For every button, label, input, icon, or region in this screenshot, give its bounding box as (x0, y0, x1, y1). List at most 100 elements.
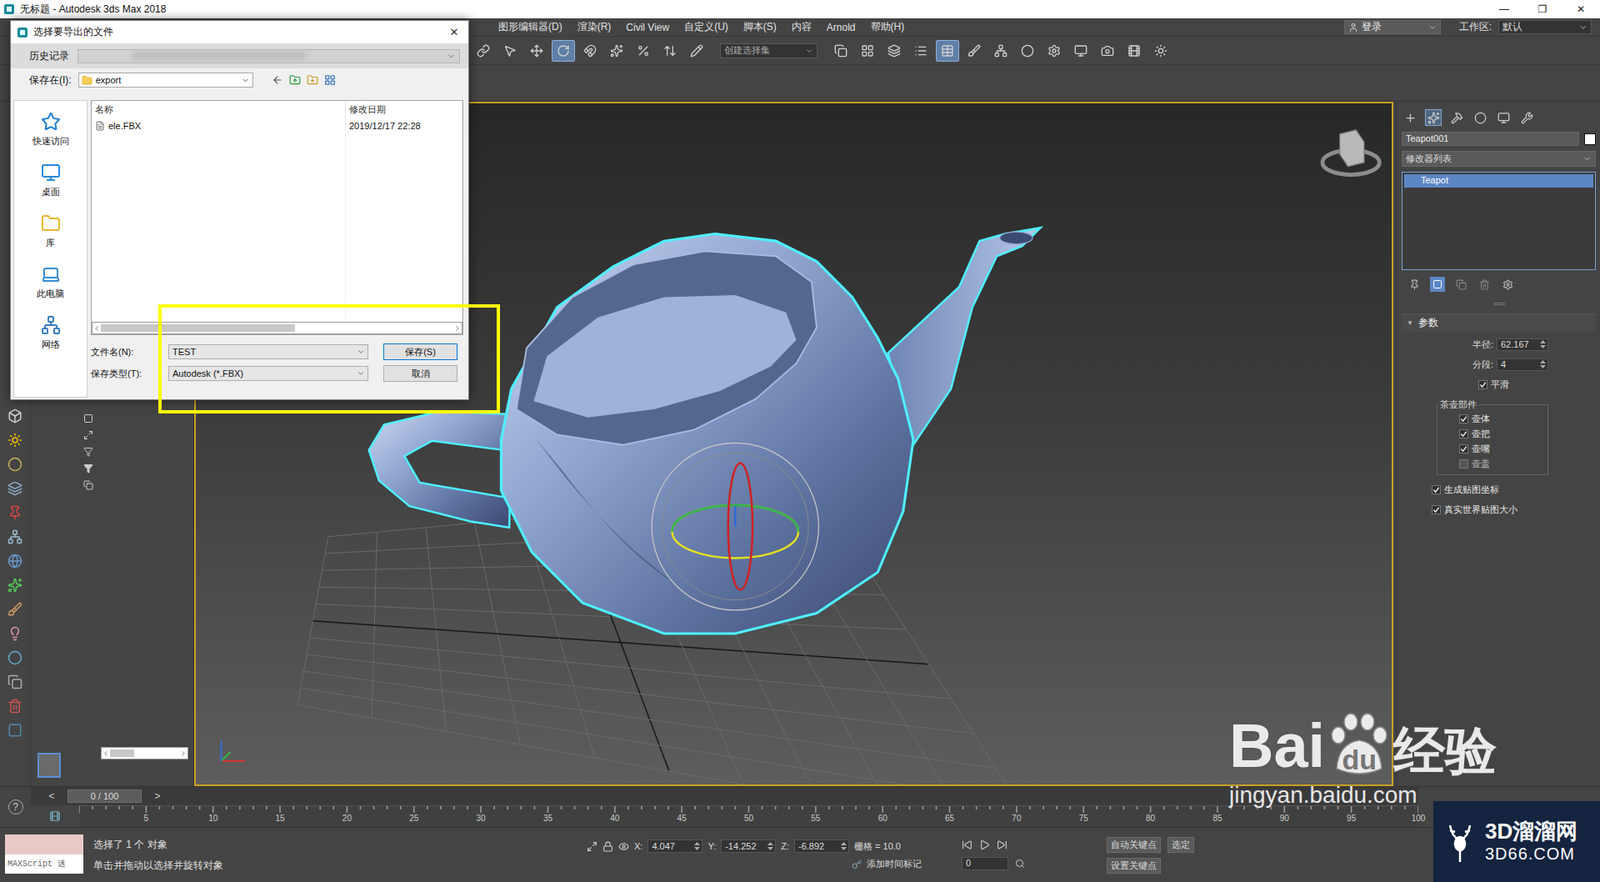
dialog-button[interactable]: 保存(S) (383, 343, 458, 360)
tool-button[interactable] (658, 40, 682, 62)
funnel-icon[interactable] (83, 463, 94, 474)
tool-button[interactable] (1095, 40, 1120, 62)
tool-button[interactable] (829, 40, 853, 62)
make-unique-button[interactable] (1453, 276, 1469, 292)
menu-item[interactable]: 帮助(H) (864, 20, 914, 35)
isolate-icon[interactable] (586, 840, 598, 852)
current-frame-field[interactable]: 0 (961, 856, 1009, 870)
rollout-header[interactable]: ▼参数 (1401, 313, 1596, 332)
tool-button[interactable] (1122, 40, 1146, 62)
tool-button[interactable] (685, 40, 709, 62)
column-header[interactable]: 名称 (91, 100, 346, 119)
tool-button[interactable] (1069, 40, 1093, 62)
spinner-arrows-icon[interactable] (1540, 359, 1546, 370)
file-date-cell[interactable]: 2019/12/17 22:28 (345, 118, 462, 134)
space-warp-icon[interactable] (7, 529, 23, 545)
place-item[interactable]: 库 (14, 205, 87, 257)
scroll-thumb[interactable] (110, 749, 135, 757)
field-combo[interactable]: Autodesk (*.FBX) (168, 365, 369, 381)
panel-tab[interactable] (1471, 109, 1489, 126)
tool-button[interactable] (578, 40, 602, 62)
maxscript-listener[interactable]: MAXScript 迷 (5, 834, 84, 874)
file-name-cell[interactable]: ele.FBX (91, 118, 345, 134)
time-tag-button[interactable]: 添加时间标记 (866, 857, 922, 870)
rotate-gizmo[interactable] (651, 442, 819, 610)
time-slider[interactable]: <0 / 100> (30, 786, 1419, 805)
menu-item[interactable]: 脚本(S) (736, 20, 785, 35)
clone-icon[interactable] (7, 674, 23, 690)
panel-tab[interactable] (1518, 109, 1535, 126)
light-icon[interactable] (7, 432, 23, 448)
play-icon[interactable] (979, 839, 990, 850)
configure-button[interactable] (1500, 276, 1515, 292)
explorer-scrollbar[interactable] (100, 746, 189, 760)
menu-item[interactable]: 渲染(R) (570, 20, 620, 35)
save-in-combo[interactable]: export (78, 72, 254, 88)
selection-set-dropdown[interactable]: 创建选择集 (720, 43, 818, 59)
place-item[interactable]: 网络 (14, 307, 87, 359)
pin-stack-button[interactable] (1406, 276, 1422, 292)
part-checkbox[interactable] (1459, 444, 1469, 454)
smooth-checkbox[interactable] (1478, 380, 1488, 390)
menu-item[interactable]: Arnold (820, 21, 865, 34)
remove-modifier-button[interactable] (1476, 276, 1492, 292)
coord-field[interactable]: 4.047 (647, 839, 703, 853)
panel-splitter[interactable] (1401, 298, 1596, 309)
coord-field[interactable]: -14.252 (720, 839, 776, 853)
tool-button[interactable] (962, 40, 986, 62)
workspace-dropdown[interactable]: 默认 (1498, 20, 1592, 35)
tool-button[interactable] (605, 40, 629, 62)
coord-field[interactable]: -6.892 (794, 839, 850, 853)
view-menu-icon[interactable] (324, 74, 336, 86)
tool-button[interactable] (631, 40, 655, 62)
back-icon[interactable] (271, 74, 284, 86)
lock-icon[interactable] (602, 840, 614, 852)
panel-tab[interactable] (1448, 109, 1465, 126)
key-filter-dropdown[interactable]: 选定 (1167, 836, 1195, 853)
param-spinner[interactable]: 4 (1496, 358, 1549, 371)
skip-forward-icon[interactable] (996, 839, 1008, 850)
particles-icon[interactable] (7, 480, 23, 496)
tool-button[interactable] (989, 40, 1013, 62)
spinner-arrows-icon[interactable] (694, 840, 700, 851)
object-name-field[interactable]: Teapot001 (1401, 131, 1580, 146)
helper-icon[interactable] (7, 505, 23, 520)
option-checkbox[interactable] (1431, 485, 1441, 495)
account-dropdown[interactable]: 登录 (1344, 20, 1441, 35)
tool-button[interactable] (882, 40, 906, 62)
menu-item[interactable]: 自定义(U) (677, 20, 737, 35)
up-folder-icon[interactable] (289, 74, 301, 86)
tool-button[interactable] (498, 40, 522, 62)
select-icon[interactable] (83, 413, 94, 424)
tool-button[interactable] (551, 40, 575, 62)
scroll-thumb[interactable] (100, 324, 295, 332)
tool-button[interactable] (1149, 40, 1173, 62)
zoom-icon[interactable] (1015, 858, 1025, 869)
show-end-result-button[interactable] (1430, 276, 1445, 292)
sphere-icon[interactable] (7, 456, 23, 472)
hair-icon[interactable] (7, 601, 23, 617)
tool-button[interactable] (525, 40, 549, 62)
column-header[interactable]: 修改日期 (345, 100, 463, 119)
foliage-icon[interactable] (7, 577, 23, 593)
panel-tab[interactable] (1495, 109, 1512, 126)
teapot[interactable] (369, 227, 1041, 634)
skip-back-icon[interactable] (961, 839, 973, 850)
tool-button[interactable] (1015, 40, 1040, 62)
spinner-arrows-icon[interactable] (767, 840, 774, 851)
next-frame-button[interactable]: > (146, 790, 169, 802)
light-bulb-icon[interactable] (7, 625, 23, 641)
stack-item[interactable]: Teapot (1404, 174, 1594, 188)
object-color-swatch[interactable] (1584, 133, 1596, 145)
delete-icon[interactable] (7, 698, 23, 714)
geometry-icon[interactable] (7, 408, 23, 424)
spinner-arrows-icon[interactable] (840, 840, 847, 851)
field-combo[interactable]: TEST (168, 344, 369, 360)
part-checkbox[interactable] (1459, 429, 1469, 439)
layer-icon[interactable] (83, 480, 94, 490)
option-checkbox[interactable] (1431, 505, 1441, 515)
new-folder-icon[interactable] (306, 74, 319, 86)
menu-item[interactable]: 图形编辑器(D) (491, 20, 571, 35)
globe-icon[interactable] (7, 650, 23, 665)
tool-button[interactable] (935, 40, 960, 62)
